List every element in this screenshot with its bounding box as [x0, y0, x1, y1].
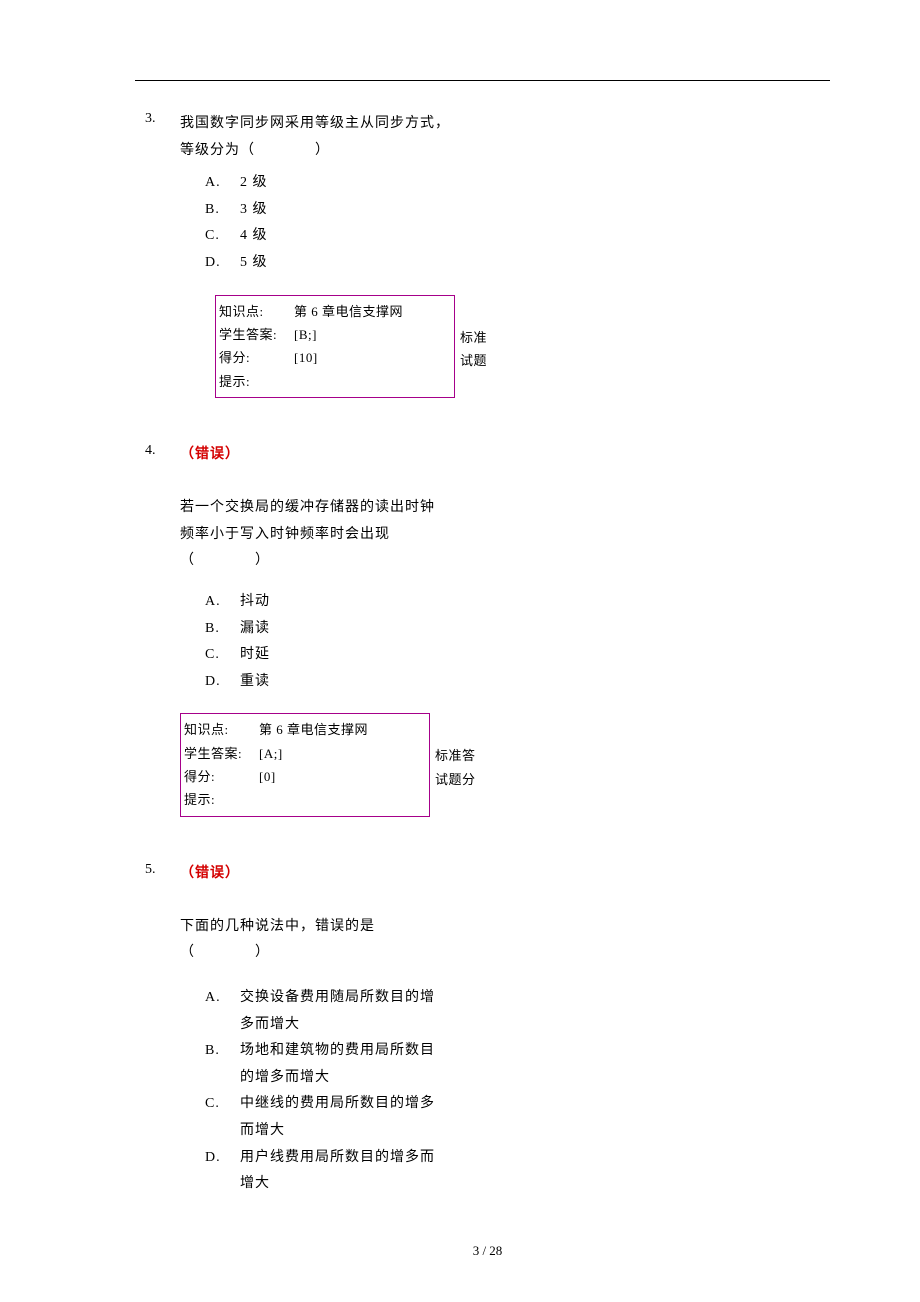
knowledge-label: 知识点: [184, 718, 259, 741]
option-b: B.漏读 [205, 616, 830, 643]
student-answer-label: 学生答案: [184, 742, 259, 765]
answer-info-box: 知识点:第 6 章电信支撑网 学生答案:[B;] 得分:[10] 提示: 标准 … [215, 295, 455, 399]
side-text-2: 试题分 [435, 768, 477, 791]
status-badge: （错误） [180, 862, 240, 882]
option-c: C.中继线的费用局所数目的增多而增大 [205, 1091, 830, 1144]
option-c: C.时延 [205, 642, 830, 669]
hint-value [259, 788, 426, 811]
score-label: 得分: [219, 346, 294, 369]
question-5: 5. （错误） 下面的几种说法中，错误的是 （ ） A.交换设备费用随局所数目的… [145, 862, 830, 1198]
top-rule [135, 80, 830, 81]
question-number: 3. [145, 111, 180, 127]
side-column: 标准答 试题分 [435, 744, 477, 791]
question-4: 4. （错误） 若一个交换局的缓冲存储器的读出时钟 频率小于写入时钟频率时会出现… [145, 443, 830, 817]
hint-label: 提示: [219, 370, 294, 393]
stem-line-2: 等级分为（ ） [180, 143, 330, 158]
option-a: A.交换设备费用随局所数目的增多而增大 [205, 985, 830, 1038]
question-stem: 下面的几种说法中，错误的是 （ ） [180, 914, 460, 967]
question-3: 3. 我国数字同步网采用等级主从同步方式， 等级分为（ ） A.2 级 B.3 … [145, 111, 830, 398]
side-text-2: 试题 [460, 349, 502, 372]
score-label: 得分: [184, 765, 259, 788]
question-number: 4. [145, 443, 180, 459]
stem-line-1: 若一个交换局的缓冲存储器的读出时钟 [180, 500, 435, 515]
student-answer-value: [B;] [294, 323, 451, 346]
side-text-1: 标准答 [435, 744, 477, 767]
question-stem: 若一个交换局的缓冲存储器的读出时钟 频率小于写入时钟频率时会出现 （ ） [180, 495, 460, 575]
knowledge-value: 第 6 章电信支撑网 [259, 718, 426, 741]
stem-line-1: 下面的几种说法中，错误的是 [180, 919, 375, 934]
score-value: [0] [259, 765, 426, 788]
page: 3. 我国数字同步网采用等级主从同步方式， 等级分为（ ） A.2 级 B.3 … [0, 0, 920, 1299]
student-answer-value: [A;] [259, 742, 426, 765]
question-stem: 我国数字同步网采用等级主从同步方式， 等级分为（ ） [180, 111, 460, 164]
hint-value [294, 370, 451, 393]
option-d: D.重读 [205, 669, 830, 696]
options-list: A.抖动 B.漏读 C.时延 D.重读 [205, 589, 830, 695]
option-d: D.用户线费用局所数目的增多而增大 [205, 1145, 830, 1198]
option-b: B.场地和建筑物的费用局所数目的增多而增大 [205, 1038, 830, 1091]
knowledge-label: 知识点: [219, 300, 294, 323]
page-footer: 3 / 28 [145, 1243, 830, 1259]
option-d: D.5 级 [205, 250, 460, 277]
stem-line-3: （ ） [180, 553, 270, 568]
answer-info-box: 知识点:第 6 章电信支撑网 学生答案:[A;] 得分:[0] 提示: 标准答 … [180, 713, 430, 817]
options-list: A.2 级 B.3 级 C.4 级 D.5 级 [205, 170, 460, 276]
stem-line-2: （ ） [180, 945, 270, 960]
status-badge: （错误） [180, 443, 240, 463]
question-number: 5. [145, 862, 180, 878]
stem-line-2: 频率小于写入时钟频率时会出现 [180, 527, 390, 542]
knowledge-value: 第 6 章电信支撑网 [294, 300, 451, 323]
option-b: B.3 级 [205, 197, 460, 224]
options-list: A.交换设备费用随局所数目的增多而增大 B.场地和建筑物的费用局所数目的增多而增… [205, 985, 830, 1198]
student-answer-label: 学生答案: [219, 323, 294, 346]
side-column: 标准 试题 [460, 326, 502, 373]
option-c: C.4 级 [205, 223, 460, 250]
score-value: [10] [294, 346, 451, 369]
side-text-1: 标准 [460, 326, 502, 349]
option-a: A.抖动 [205, 589, 830, 616]
option-a: A.2 级 [205, 170, 460, 197]
hint-label: 提示: [184, 788, 259, 811]
stem-line-1: 我国数字同步网采用等级主从同步方式， [180, 116, 450, 131]
